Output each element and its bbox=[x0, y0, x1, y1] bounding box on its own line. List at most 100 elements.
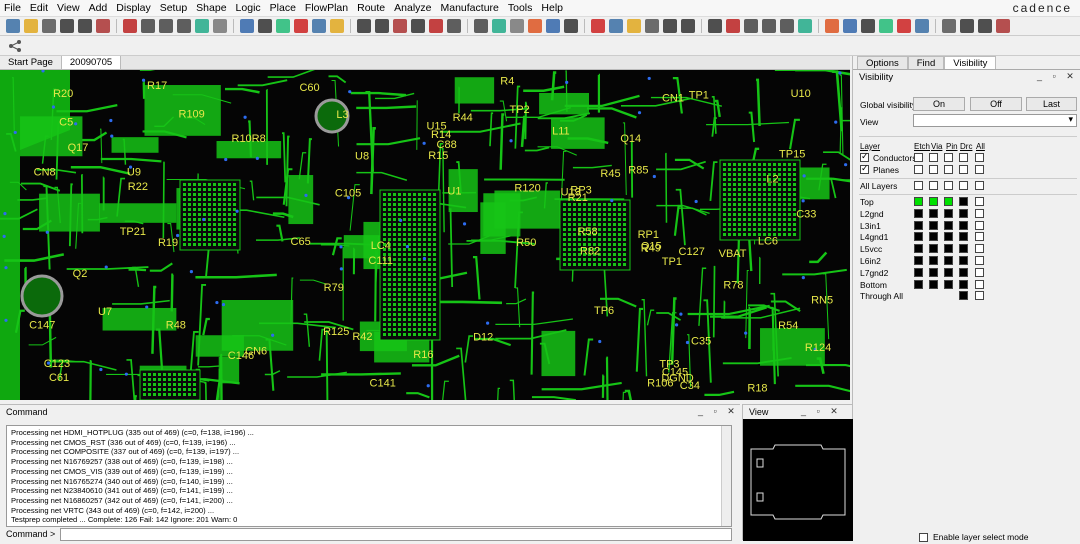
3d-view-icon[interactable] bbox=[546, 19, 560, 33]
layer-color-swatch[interactable] bbox=[975, 268, 984, 277]
layer-color-swatch[interactable] bbox=[914, 256, 923, 265]
layer-color-swatch[interactable] bbox=[975, 291, 984, 300]
menu-analyze[interactable]: Analyze bbox=[394, 2, 431, 14]
open-icon[interactable] bbox=[609, 19, 623, 33]
layer-color-swatch[interactable] bbox=[975, 197, 984, 206]
save-icon[interactable] bbox=[627, 19, 641, 33]
category-column-checkbox[interactable] bbox=[944, 153, 953, 162]
menu-manufacture[interactable]: Manufacture bbox=[441, 2, 499, 14]
category-column-checkbox[interactable] bbox=[975, 153, 984, 162]
undo-icon[interactable] bbox=[663, 19, 677, 33]
category-conductors-checkbox[interactable] bbox=[860, 153, 869, 162]
3d-view-icon[interactable] bbox=[240, 19, 254, 33]
layer-color-swatch[interactable] bbox=[929, 244, 938, 253]
all-layers-checkbox[interactable] bbox=[929, 181, 938, 190]
layer-color-swatch[interactable] bbox=[914, 209, 923, 218]
layer-color-swatch[interactable] bbox=[944, 280, 953, 289]
layer-color-swatch[interactable] bbox=[975, 209, 984, 218]
menu-route[interactable]: Route bbox=[357, 2, 385, 14]
redo-icon[interactable] bbox=[681, 19, 695, 33]
redo-icon[interactable] bbox=[78, 19, 92, 33]
layer-color-swatch[interactable] bbox=[975, 244, 984, 253]
layer-color-swatch[interactable] bbox=[959, 232, 968, 241]
menu-place[interactable]: Place bbox=[270, 2, 296, 14]
layer-color-swatch[interactable] bbox=[929, 280, 938, 289]
category-column-checkbox[interactable] bbox=[959, 165, 968, 174]
save-icon[interactable] bbox=[330, 19, 344, 33]
category-column-checkbox[interactable] bbox=[914, 165, 923, 174]
category-column-checkbox[interactable] bbox=[929, 165, 938, 174]
3d-view-icon[interactable] bbox=[843, 19, 857, 33]
pin-icon[interactable] bbox=[996, 19, 1010, 33]
save-icon[interactable] bbox=[24, 19, 38, 33]
layer-color-swatch[interactable] bbox=[959, 221, 968, 230]
menu-shape[interactable]: Shape bbox=[196, 2, 226, 14]
visibility-off-button[interactable]: Off bbox=[970, 97, 1022, 111]
layer-color-swatch[interactable] bbox=[959, 256, 968, 265]
zoom-fit-icon[interactable] bbox=[780, 19, 794, 33]
zoom-out-icon[interactable] bbox=[762, 19, 776, 33]
all-layers-checkbox[interactable] bbox=[914, 181, 923, 190]
command-window-controls[interactable]: _ ▫ ✕ bbox=[698, 406, 739, 417]
open-icon[interactable] bbox=[312, 19, 326, 33]
command-log-scrollbar[interactable] bbox=[721, 426, 731, 526]
category-column-checkbox[interactable] bbox=[929, 153, 938, 162]
layer-color-swatch[interactable] bbox=[914, 197, 923, 206]
layer-color-swatch[interactable] bbox=[929, 209, 938, 218]
menu-logic[interactable]: Logic bbox=[236, 2, 261, 14]
layer-color-swatch[interactable] bbox=[944, 256, 953, 265]
menu-edit[interactable]: Edit bbox=[30, 2, 48, 14]
zoom-in-icon[interactable] bbox=[744, 19, 758, 33]
menu-view[interactable]: View bbox=[57, 2, 80, 14]
grid-icon[interactable] bbox=[510, 19, 524, 33]
layers-icon[interactable] bbox=[879, 19, 893, 33]
layer-color-swatch[interactable] bbox=[959, 291, 968, 300]
delete-icon[interactable] bbox=[645, 19, 659, 33]
menu-flowplan[interactable]: FlowPlan bbox=[305, 2, 348, 14]
layer-color-swatch[interactable] bbox=[914, 232, 923, 241]
all-layers-checkbox[interactable] bbox=[944, 181, 953, 190]
visibility-last-button[interactable]: Last bbox=[1026, 97, 1077, 111]
color-icon[interactable] bbox=[825, 19, 839, 33]
open-icon[interactable] bbox=[6, 19, 20, 33]
menu-file[interactable]: File bbox=[4, 2, 21, 14]
zoom-in-icon[interactable] bbox=[447, 19, 461, 33]
refresh-icon[interactable] bbox=[492, 19, 506, 33]
layer-color-swatch[interactable] bbox=[929, 221, 938, 230]
tab-visibility[interactable]: Visibility bbox=[944, 56, 996, 69]
category-planes-checkbox[interactable] bbox=[860, 165, 869, 174]
layer-color-swatch[interactable] bbox=[914, 268, 923, 277]
layer-color-swatch[interactable] bbox=[959, 268, 968, 277]
menu-setup[interactable]: Setup bbox=[160, 2, 187, 14]
tab-find[interactable]: Find bbox=[908, 56, 944, 69]
menu-display[interactable]: Display bbox=[116, 2, 150, 14]
layer-color-swatch[interactable] bbox=[914, 221, 923, 230]
pin-icon[interactable] bbox=[96, 19, 110, 33]
visibility-icon[interactable] bbox=[861, 19, 875, 33]
view-window-controls[interactable]: _ ▫ ✕ bbox=[801, 406, 842, 417]
layer-color-swatch[interactable] bbox=[944, 244, 953, 253]
command-input[interactable] bbox=[60, 528, 732, 541]
grid-icon[interactable] bbox=[213, 19, 227, 33]
view-select[interactable] bbox=[913, 114, 1077, 127]
layer-color-swatch[interactable] bbox=[944, 268, 953, 277]
layer-color-swatch[interactable] bbox=[944, 209, 953, 218]
add-connect-icon[interactable] bbox=[726, 19, 740, 33]
enable-layer-select-checkbox[interactable] bbox=[919, 533, 928, 542]
move-icon[interactable] bbox=[708, 19, 722, 33]
layer-color-swatch[interactable] bbox=[959, 280, 968, 289]
drc-icon[interactable] bbox=[294, 19, 308, 33]
pcb-canvas[interactable]: R79TP1R85CN8RN5RP3U1TP3TP6R10R8R4R48R44R… bbox=[0, 70, 850, 400]
layer-color-swatch[interactable] bbox=[929, 232, 938, 241]
layer-color-swatch[interactable] bbox=[914, 244, 923, 253]
zoom-fit-icon[interactable] bbox=[177, 19, 191, 33]
refresh-icon[interactable] bbox=[195, 19, 209, 33]
pin-icon[interactable] bbox=[393, 19, 407, 33]
delete-icon[interactable] bbox=[42, 19, 56, 33]
layer-color-swatch[interactable] bbox=[929, 197, 938, 206]
open-icon[interactable] bbox=[915, 19, 929, 33]
layer-color-swatch[interactable] bbox=[959, 209, 968, 218]
undo-icon[interactable] bbox=[960, 19, 974, 33]
drc-icon[interactable] bbox=[897, 19, 911, 33]
menu-add[interactable]: Add bbox=[89, 2, 108, 14]
